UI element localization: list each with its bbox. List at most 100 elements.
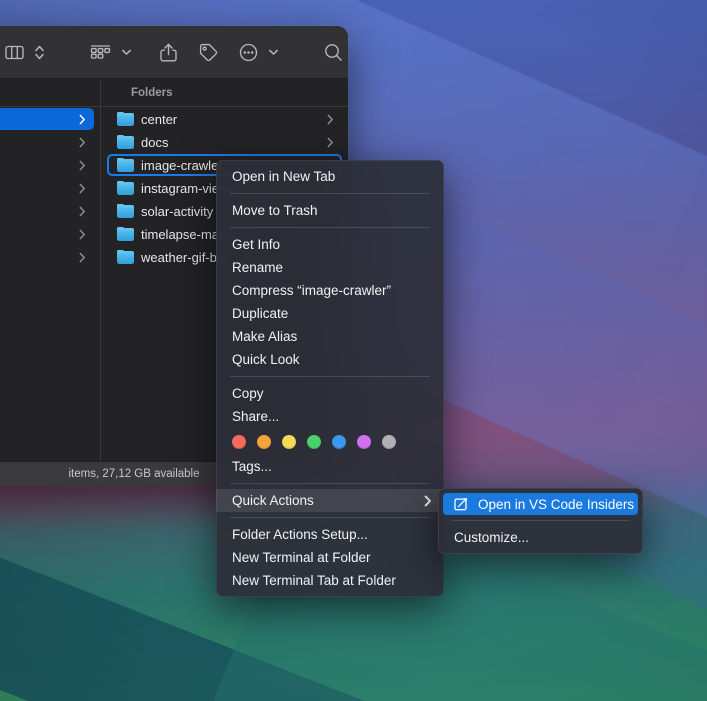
menu-item-open-in-new-tab[interactable]: Open in New Tab — [216, 165, 444, 188]
folder-icon — [117, 112, 134, 126]
group-by-button[interactable] — [85, 39, 116, 65]
menu-item-label: Duplicate — [232, 305, 289, 321]
list-item[interactable] — [0, 223, 94, 245]
more-ellipsis-icon — [240, 43, 258, 61]
chevron-right-icon — [79, 206, 85, 216]
menu-item-label: Tags... — [232, 458, 272, 474]
tag-color-red[interactable] — [232, 435, 246, 449]
chevron-down-icon — [269, 49, 279, 55]
more-actions-button[interactable] — [234, 39, 263, 65]
quick-actions-submenu: Open in VS Code Insiders Customize... — [438, 488, 643, 554]
list-item[interactable] — [0, 246, 94, 268]
menu-item-new-terminal-tab-at-folder[interactable]: New Terminal Tab at Folder — [216, 569, 444, 592]
menu-separator — [230, 227, 430, 228]
finder-toolbar — [0, 26, 348, 79]
view-sort-button[interactable] — [29, 39, 50, 65]
submenu-separator — [452, 520, 629, 521]
folder-icon — [117, 181, 134, 195]
group-by-icon — [90, 44, 110, 59]
list-item[interactable] — [0, 200, 94, 222]
chevron-right-icon — [424, 495, 431, 506]
menu-item-label: Share... — [232, 408, 280, 424]
menu-item-new-terminal-at-folder[interactable]: New Terminal at Folder — [216, 546, 444, 569]
folder-icon — [117, 158, 134, 172]
menu-item-label: Quick Actions — [232, 492, 314, 508]
toolbar-view-group — [0, 26, 50, 78]
menu-item-label: Compress “image-crawler” — [232, 282, 392, 298]
column-header-folders: Folders — [101, 79, 348, 107]
tag-color-purple[interactable] — [357, 435, 371, 449]
menu-item-label: New Terminal at Folder — [232, 549, 371, 565]
view-mode-button[interactable] — [0, 39, 29, 65]
share-button[interactable] — [155, 39, 182, 65]
menu-item-label: Rename — [232, 259, 284, 275]
menu-item-label: Get Info — [232, 236, 281, 252]
folder-label: solar-activity — [141, 203, 214, 219]
menu-item-label: Make Alias — [232, 328, 298, 344]
menu-item-label: Quick Look — [232, 351, 300, 367]
search-icon — [325, 43, 342, 61]
submenu-item-label: Open in VS Code Insiders — [478, 496, 635, 512]
folder-row-center[interactable]: center — [107, 108, 342, 130]
desktop-screen: Folders center docs image-crawler instag… — [0, 0, 707, 701]
menu-item-move-to-trash[interactable]: Move to Trash — [216, 199, 444, 222]
menu-separator — [230, 483, 430, 484]
chevron-right-icon — [79, 252, 85, 262]
list-item[interactable] — [0, 131, 94, 153]
chevron-right-icon — [327, 137, 333, 147]
search-button[interactable] — [319, 39, 348, 65]
share-icon — [160, 43, 177, 61]
menu-item-share[interactable]: Share... — [216, 405, 444, 428]
menu-item-duplicate[interactable]: Duplicate — [216, 302, 444, 325]
tag-color-yellow[interactable] — [282, 435, 296, 449]
menu-item-folder-actions-setup[interactable]: Folder Actions Setup... — [216, 523, 444, 546]
menu-separator — [230, 517, 430, 518]
menu-item-quick-actions[interactable]: Quick Actions — [216, 489, 444, 512]
submenu-item-open-in-vscode-insiders[interactable]: Open in VS Code Insiders — [443, 493, 638, 515]
menu-item-label: New Terminal Tab at Folder — [232, 572, 396, 588]
tag-button[interactable] — [194, 39, 223, 65]
group-by-chevron-button[interactable] — [116, 39, 137, 65]
menu-item-make-alias[interactable]: Make Alias — [216, 325, 444, 348]
menu-item-compress[interactable]: Compress “image-crawler” — [216, 279, 444, 302]
list-item[interactable] — [0, 108, 94, 130]
column-view-icon — [5, 45, 24, 59]
submenu-item-customize[interactable]: Customize... — [438, 526, 643, 549]
finder-column-left — [0, 79, 101, 461]
sort-chevrons-icon — [35, 45, 44, 59]
menu-item-label: Copy — [232, 385, 264, 401]
chevron-right-icon — [79, 229, 85, 239]
menu-item-rename[interactable]: Rename — [216, 256, 444, 279]
tag-color-gray[interactable] — [382, 435, 396, 449]
menu-separator — [230, 193, 430, 194]
folder-icon — [117, 204, 134, 218]
menu-item-copy[interactable]: Copy — [216, 382, 444, 405]
chevron-right-icon — [79, 114, 85, 124]
tag-color-blue[interactable] — [332, 435, 346, 449]
chevron-down-icon — [121, 49, 131, 55]
menu-item-label: Folder Actions Setup... — [232, 526, 368, 542]
tag-color-row — [216, 428, 444, 455]
column-left-rows — [0, 108, 100, 268]
folder-label: center — [141, 111, 178, 127]
folder-icon — [117, 227, 134, 241]
menu-item-tags[interactable]: Tags... — [216, 455, 444, 478]
chevron-right-icon — [79, 137, 85, 147]
submenu-item-label: Customize... — [454, 529, 530, 545]
context-menu: Open in New Tab Move to Trash Get Info R… — [216, 160, 444, 597]
folder-icon — [117, 135, 134, 149]
more-actions-chevron-button[interactable] — [263, 39, 284, 65]
tag-color-orange[interactable] — [257, 435, 271, 449]
list-item[interactable] — [0, 177, 94, 199]
chevron-right-icon — [79, 160, 85, 170]
menu-item-get-info[interactable]: Get Info — [216, 233, 444, 256]
folder-row-docs[interactable]: docs — [107, 131, 342, 153]
menu-item-quick-look[interactable]: Quick Look — [216, 348, 444, 371]
menu-item-label: Move to Trash — [232, 202, 318, 218]
chevron-right-icon — [79, 183, 85, 193]
folder-icon — [117, 250, 134, 264]
tag-color-green[interactable] — [307, 435, 321, 449]
chevron-right-icon — [327, 114, 333, 124]
list-item[interactable] — [0, 154, 94, 176]
toolbar-group-button-wrap — [85, 26, 137, 78]
